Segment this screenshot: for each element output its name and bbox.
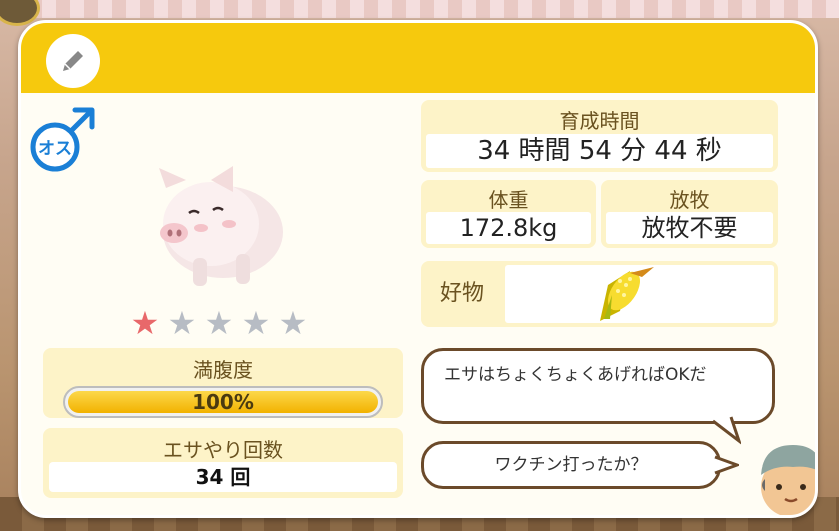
raise-time-value: 34 時間 54 分 44 秒 bbox=[426, 134, 773, 168]
weight-box: 体重 172.8kg bbox=[421, 180, 596, 248]
star-empty-icon: ★ bbox=[167, 304, 197, 342]
gender-label: オス bbox=[38, 139, 72, 159]
speech-bubble-tail bbox=[712, 416, 741, 445]
fullness-gauge: 100% bbox=[63, 386, 383, 418]
rating-stars: ★ ★ ★ ★ ★ bbox=[128, 306, 310, 340]
speech-bubble-vaccine[interactable]: ワクチン打ったか？ bbox=[421, 441, 721, 489]
speech-bubble-vaccine-text: ワクチン打ったか？ bbox=[494, 455, 648, 475]
animal-status-panel: オス ★ ★ ★ ★ ★ 満腹度 100% エサやり回数 34 回 育成時間 3… bbox=[18, 20, 818, 518]
weight-value: 172.8kg bbox=[426, 212, 591, 244]
background-stripe bbox=[0, 0, 839, 18]
raise-time-label: 育成時間 bbox=[559, 109, 640, 133]
feed-count-box: エサやり回数 34 回 bbox=[43, 428, 403, 498]
panel-header bbox=[21, 23, 815, 93]
edit-button[interactable] bbox=[46, 34, 100, 88]
fullness-label: 満腹度 bbox=[193, 358, 253, 382]
star-empty-icon: ★ bbox=[278, 304, 308, 342]
weight-label: 体重 bbox=[488, 188, 529, 212]
speech-bubble-feeding-tip: エサはちょくちょくあげればOKだ bbox=[421, 348, 775, 424]
speech-bubble-feeding-tip-text: エサはちょくちょくあげればOKだ bbox=[444, 365, 707, 385]
grazing-box: 放牧 放牧不要 bbox=[601, 180, 778, 248]
farmer-avatar bbox=[761, 445, 815, 515]
fullness-value: 100% bbox=[192, 390, 254, 414]
star-empty-icon: ★ bbox=[204, 304, 234, 342]
pig-image bbox=[159, 166, 283, 286]
feed-count-label: エサやり回数 bbox=[163, 438, 283, 462]
star-empty-icon: ★ bbox=[241, 304, 271, 342]
raise-time-box: 育成時間 34 時間 54 分 44 秒 bbox=[421, 100, 778, 172]
grazing-value: 放牧不要 bbox=[606, 212, 773, 244]
favorite-label: 好物 bbox=[439, 281, 484, 306]
male-symbol-icon: オス bbox=[30, 107, 95, 172]
grazing-label: 放牧 bbox=[669, 188, 710, 212]
corn-icon bbox=[600, 267, 654, 321]
fullness-box: 満腹度 100% bbox=[43, 348, 403, 418]
favorite-item-area bbox=[505, 265, 774, 323]
speech-bubble-tail bbox=[714, 455, 739, 475]
favorite-box: 好物 bbox=[421, 261, 778, 327]
star-filled-icon: ★ bbox=[130, 304, 160, 342]
feed-count-value: 34 回 bbox=[49, 462, 397, 492]
pencil-icon bbox=[63, 51, 83, 71]
